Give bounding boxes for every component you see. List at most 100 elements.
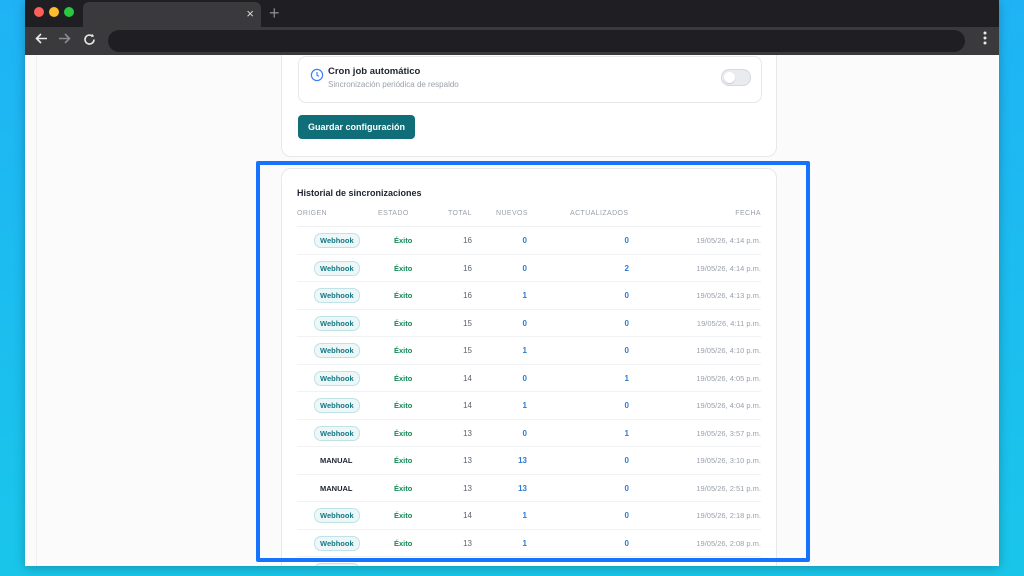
table-row: Webhook Éxito 16 0 2 19/05/26, 4:14 p.m. <box>297 255 761 282</box>
status-text: Éxito <box>394 428 413 438</box>
updated-value: 2 <box>624 263 629 273</box>
save-config-button[interactable]: Guardar configuración <box>298 115 416 139</box>
date-value: 19/05/26, 4:13 p.m. <box>696 291 761 300</box>
new-value: 1 <box>522 401 527 410</box>
new-value: 1 <box>522 511 527 520</box>
table-row: Webhook Éxito 16 0 0 19/05/26, 4:14 p.m. <box>297 227 761 255</box>
status-text: Éxito <box>394 401 413 410</box>
column-origin: ORIGEN <box>297 210 328 217</box>
column-new: NUEVOS <box>496 210 528 217</box>
origin-badge: Webhook <box>314 343 360 358</box>
origin-label: MANUAL <box>320 483 353 493</box>
date-value: 19/05/26, 2:51 p.m. <box>696 483 761 493</box>
origin-badge: Webhook <box>314 233 360 248</box>
table-row: MANUAL Éxito 13 13 0 19/05/26, 3:10 p.m. <box>297 447 761 475</box>
cron-toggle[interactable] <box>721 69 751 86</box>
new-value: 0 <box>522 428 527 438</box>
total-value: 13 <box>463 428 472 438</box>
close-window-button[interactable] <box>34 7 44 17</box>
history-table: ORIGEN ESTADO TOTAL NUEVOS ACTUALIZADOS … <box>297 210 761 566</box>
total-value: 16 <box>463 291 472 300</box>
forward-arrow-icon[interactable] <box>58 32 71 50</box>
date-value: 19/05/26, 4:11 p.m. <box>696 318 761 328</box>
status-text: Éxito <box>394 456 413 465</box>
table-body: Webhook Éxito 16 0 0 19/05/26, 4:14 p.m. Webho… <box>297 227 761 566</box>
date-value: 19/05/26, 4:14 p.m. <box>696 236 761 245</box>
new-value: 0 <box>522 318 527 328</box>
origin-label: MANUAL <box>320 456 353 465</box>
updated-value: 0 <box>624 511 629 520</box>
table-row: Webhook Éxito 14 0 1 19/05/26, 4:05 p.m. <box>297 365 761 392</box>
origin-badge: Webhook <box>314 288 360 303</box>
column-date: FECHA <box>735 210 761 217</box>
table-row: Webhook Éxito 15 1 0 19/05/26, 4:10 p.m. <box>297 337 761 365</box>
origin-badge: Webhook <box>314 315 360 331</box>
new-value: 0 <box>522 236 527 245</box>
status-text: Éxito <box>394 291 413 300</box>
new-value: 1 <box>522 291 527 300</box>
total-value: 15 <box>463 318 472 328</box>
new-tab-icon[interactable]: + <box>269 3 280 23</box>
status-text: Éxito <box>394 318 413 328</box>
status-text: Éxito <box>394 511 413 520</box>
clock-icon <box>310 68 324 82</box>
date-value: 19/05/26, 3:57 p.m. <box>696 428 761 438</box>
minimize-window-button[interactable] <box>49 7 59 17</box>
column-total: TOTAL <box>448 210 472 217</box>
total-value: 13 <box>463 456 472 465</box>
origin-badge: Webhook <box>314 535 360 551</box>
new-value: 1 <box>522 538 527 548</box>
total-value: 16 <box>463 236 472 245</box>
updated-value: 0 <box>624 346 629 355</box>
date-value: 19/05/26, 3:10 p.m. <box>696 456 761 465</box>
new-value: 13 <box>518 483 527 493</box>
updated-value: 0 <box>624 456 629 465</box>
table-header: ORIGEN ESTADO TOTAL NUEVOS ACTUALIZADOS … <box>297 210 761 227</box>
new-value: 1 <box>522 346 527 355</box>
table-row: Webhook Éxito 14 1 0 19/05/26, 2:18 p.m. <box>297 502 761 530</box>
status-text: Éxito <box>394 538 413 548</box>
date-value: 19/05/26, 2:18 p.m. <box>696 511 761 520</box>
date-value: 19/05/26, 4:05 p.m. <box>696 373 761 383</box>
table-row: Webhook Éxito 14 1 0 19/05/26, 4:04 p.m. <box>297 392 761 420</box>
origin-badge: Webhook <box>314 260 360 276</box>
status-text: Éxito <box>394 373 413 383</box>
status-text: Éxito <box>394 263 413 273</box>
browser-window: × + Cron job automático Sincronización p… <box>25 0 999 566</box>
table-row: Webhook Éxito 13 0 1 19/05/26, 3:57 p.m. <box>297 420 761 447</box>
origin-badge: Webhook <box>314 425 360 441</box>
page-viewport: Cron job automático Sincronización perió… <box>25 55 999 566</box>
total-value: 13 <box>463 538 472 548</box>
updated-value: 0 <box>624 401 629 410</box>
table-row: Webhook Éxito 13 1 0 19/05/26, 2:08 p.m. <box>297 530 761 557</box>
origin-badge: Webhook <box>314 508 360 523</box>
status-text: Éxito <box>394 346 413 355</box>
origin-badge: Webhook <box>314 563 360 566</box>
close-tab-icon[interactable]: × <box>246 6 254 22</box>
total-value: 14 <box>463 401 472 410</box>
date-value: 19/05/26, 2:08 p.m. <box>696 538 761 548</box>
origin-badge: Webhook <box>314 398 360 413</box>
status-text: Éxito <box>394 236 413 245</box>
browser-toolbar <box>25 27 999 55</box>
new-value: 0 <box>522 373 527 383</box>
maximize-window-button[interactable] <box>64 7 74 17</box>
cron-title: Cron job automático <box>328 66 421 77</box>
new-value: 13 <box>518 456 527 465</box>
table-row: Webhook Éxito 15 0 0 19/05/26, 4:11 p.m. <box>297 310 761 337</box>
history-title: Historial de sincronizaciones <box>297 188 422 198</box>
total-value: 15 <box>463 346 472 355</box>
status-text: Éxito <box>394 483 413 493</box>
table-row: Webhook Éxito 16 1 0 19/05/26, 4:13 p.m. <box>297 282 761 310</box>
updated-value: 0 <box>624 483 629 493</box>
cron-job-row: Cron job automático Sincronización perió… <box>298 56 762 103</box>
origin-badge: Webhook <box>314 370 360 386</box>
address-bar[interactable] <box>108 30 965 52</box>
kebab-menu-icon[interactable] <box>983 31 987 50</box>
back-arrow-icon[interactable] <box>35 32 48 50</box>
table-row: MANUAL Éxito 13 13 0 19/05/26, 2:51 p.m. <box>297 475 761 502</box>
total-value: 13 <box>463 483 472 493</box>
reload-icon[interactable] <box>83 32 96 50</box>
table-row: WebhookÉxito120119/05/26, 2:07 p.m. <box>297 557 761 566</box>
browser-tab[interactable]: × <box>83 2 261 27</box>
